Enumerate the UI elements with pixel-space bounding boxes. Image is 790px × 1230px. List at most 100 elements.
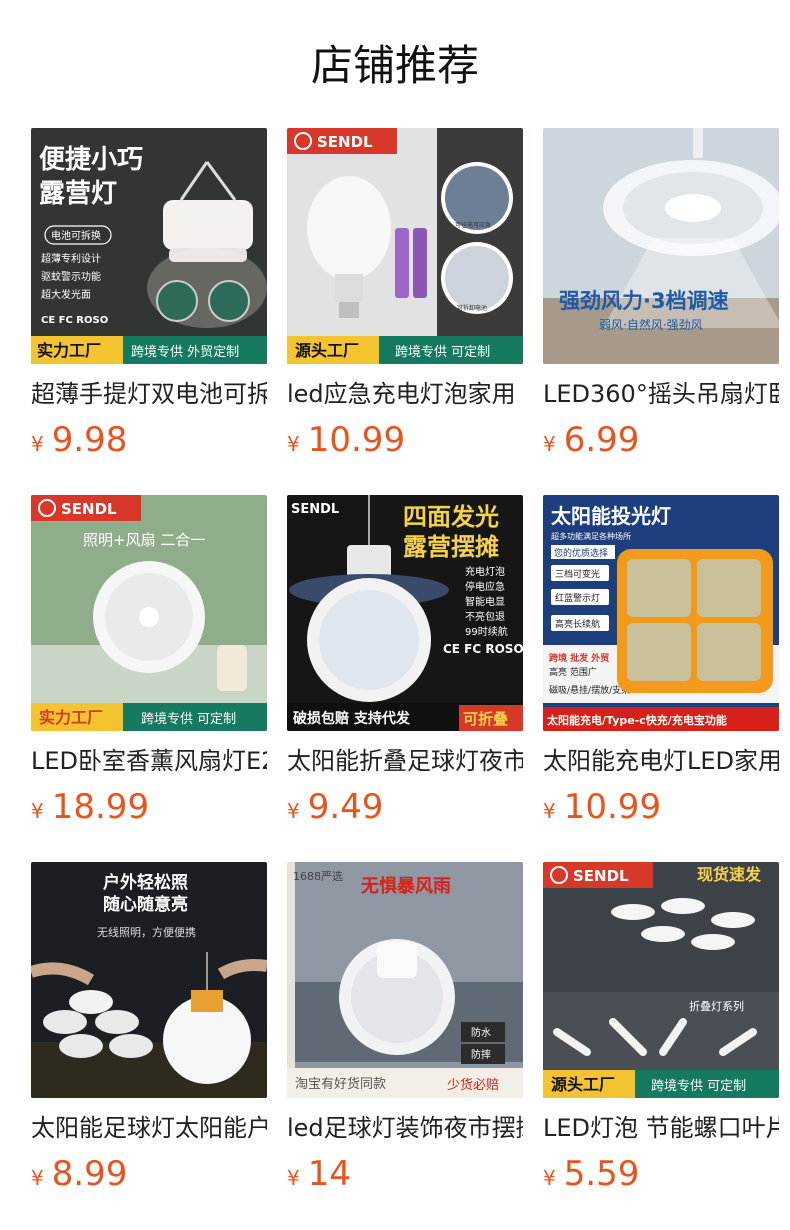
product-image[interactable]: 1688严选 无惧暴风雨 防水 防摔 淘宝有好货同款 少货必赔 (287, 862, 523, 1098)
product-price: ¥10.99 (543, 785, 779, 829)
product-price: ¥14 (287, 1152, 523, 1196)
image-text: 可拆卸电池 (457, 304, 487, 312)
brand-logo: SENDL (573, 867, 629, 885)
image-text: 高亮长续航 (555, 618, 600, 630)
image-text: 照明+风扇 二合一 (83, 531, 205, 549)
image-text: 超薄专利设计 (41, 252, 101, 265)
currency-symbol: ¥ (31, 1166, 44, 1190)
price-value: 18.99 (51, 787, 150, 827)
image-text: 无线照明，方便便携 (97, 925, 196, 939)
product-title[interactable]: 超薄手提灯双电池可拆 (31, 376, 267, 412)
image-banner: 可折叠 (463, 710, 508, 728)
image-text: 停电应急 (465, 580, 505, 593)
product-image[interactable]: 便捷小巧 露营灯 电池可拆换 超薄专利设计 驱蚊警示功能 超大发光面 CE FC… (31, 128, 267, 364)
image-text: 超多功能满足各种场所 (551, 531, 631, 541)
brand-logo: SENDL (291, 502, 339, 517)
image-text: 便捷小巧 (39, 145, 143, 175)
product-card[interactable]: 户外轻松照 随心随意亮 无线照明，方便便携 太阳能足球灯太阳能户 ¥8.99 (31, 862, 267, 1196)
product-image[interactable]: SENDL 现货速发 折叠灯系列 源头工厂 跨境专供 可定制 (543, 862, 779, 1098)
product-price: ¥8.99 (31, 1152, 267, 1196)
currency-symbol: ¥ (287, 432, 300, 456)
price-value: 6.99 (563, 420, 640, 460)
image-text: 三档可变光 (555, 568, 600, 580)
product-card[interactable]: 太阳能投光灯 超多功能满足各种场所 您的优质选择 三档可变光 红蓝警示灯 高亮长… (543, 495, 779, 829)
price-value: 5.59 (563, 1154, 640, 1194)
currency-symbol: ¥ (543, 432, 556, 456)
image-text: 高亮 范围广 (549, 666, 597, 678)
product-image[interactable]: SENDL 四面发光 露营摆摊 充电灯泡 停电应急 智能电显 不亮包退 99时续… (287, 495, 523, 731)
image-banner: 实力工厂 (39, 708, 103, 727)
product-price: ¥9.98 (31, 418, 267, 462)
product-title[interactable]: 太阳能足球灯太阳能户 (31, 1110, 267, 1146)
image-text: 少货必赔 (447, 1077, 499, 1093)
image-banner: 破损包赔 支持代发 (293, 710, 411, 727)
product-card[interactable]: SENDL 可挂电可应急 可拆卸电池 源头工厂 跨境专供 可定制 led应急充电… (287, 128, 523, 462)
price-value: 9.98 (51, 420, 128, 460)
image-text: 电池可拆换 (51, 229, 101, 242)
image-text: 跨境 批发 外贸 (549, 652, 609, 664)
image-text: 太阳能投光灯 (551, 504, 671, 528)
currency-symbol: ¥ (543, 1166, 556, 1190)
image-text: 充电灯泡 (465, 565, 505, 578)
product-card[interactable]: 便捷小巧 露营灯 电池可拆换 超薄专利设计 驱蚊警示功能 超大发光面 CE FC… (31, 128, 267, 462)
image-text: 现货速发 (697, 865, 762, 884)
image-text: 驱蚊警示功能 (41, 270, 101, 283)
image-text: 露营摆摊 (403, 533, 499, 561)
image-banner: 源头工厂 (295, 341, 359, 360)
product-price: ¥5.59 (543, 1152, 779, 1196)
image-text: 防水 (471, 1026, 491, 1039)
image-banner: 太阳能充电/Type-c快充/充电宝功能 (546, 713, 727, 727)
image-text: CE FC ROSO (443, 642, 523, 656)
image-text: 红蓝警示灯 (555, 592, 600, 604)
image-text: CE FC ROSO (41, 315, 108, 326)
image-text: 不亮包退 (465, 610, 505, 623)
brand-logo: SENDL (317, 133, 373, 151)
product-title[interactable]: led应急充电灯泡家用 (287, 376, 523, 412)
image-text: 可挂电可应急 (455, 221, 491, 229)
page-title: 店铺推荐 (310, 41, 479, 90)
image-banner: 跨境专供 可定制 (651, 1079, 746, 1094)
product-price: ¥10.99 (287, 418, 523, 462)
image-text: 户外轻松照 (103, 872, 188, 893)
image-text: 强劲风力·3档调速 (559, 289, 729, 313)
product-image[interactable]: SENDL 可挂电可应急 可拆卸电池 源头工厂 跨境专供 可定制 (287, 128, 523, 364)
brand-logo: SENDL (61, 500, 117, 518)
price-value: 10.99 (563, 787, 662, 827)
image-text: 四面发光 (403, 503, 499, 531)
image-banner: 跨境专供 可定制 (141, 712, 236, 727)
product-image[interactable]: 太阳能投光灯 超多功能满足各种场所 您的优质选择 三档可变光 红蓝警示灯 高亮长… (543, 495, 779, 731)
image-text: 无惧暴风雨 (361, 875, 451, 897)
currency-symbol: ¥ (31, 432, 44, 456)
product-price: ¥6.99 (543, 418, 779, 462)
product-card[interactable]: 1688严选 无惧暴风雨 防水 防摔 淘宝有好货同款 少货必赔 led足球灯装饰… (287, 862, 523, 1196)
image-banner: 源头工厂 (551, 1075, 615, 1094)
product-card[interactable]: SENDL 四面发光 露营摆摊 充电灯泡 停电应急 智能电显 不亮包退 99时续… (287, 495, 523, 829)
product-title[interactable]: LED卧室香薰风扇灯E27 (31, 743, 267, 779)
price-value: 9.49 (307, 787, 384, 827)
product-card[interactable]: SENDL 现货速发 折叠灯系列 源头工厂 跨境专供 可定制 LED灯泡 节能螺… (543, 862, 779, 1196)
product-image[interactable]: 户外轻松照 随心随意亮 无线照明，方便便携 (31, 862, 267, 1098)
product-title[interactable]: LED灯泡 节能螺口叶片 (543, 1110, 779, 1146)
currency-symbol: ¥ (287, 1166, 300, 1190)
product-image[interactable]: SENDL 照明+风扇 二合一 实力工厂 跨境专供 可定制 (31, 495, 267, 731)
product-title[interactable]: 太阳能充电灯LED家用 (543, 743, 779, 779)
image-text: 随心随意亮 (103, 894, 188, 915)
product-image[interactable]: 强劲风力·3档调速 弱风·自然风·强劲风 (543, 128, 779, 364)
product-price: ¥9.49 (287, 785, 523, 829)
image-text: 超大发光面 (41, 288, 91, 301)
product-title[interactable]: led足球灯装饰夜市摆摊 (287, 1110, 523, 1146)
image-text: 智能电显 (465, 595, 505, 608)
image-text: 您的优质选择 (554, 547, 608, 559)
image-text: 弱风·自然风·强劲风 (599, 317, 703, 332)
product-card[interactable]: 强劲风力·3档调速 弱风·自然风·强劲风 LED360°摇头吊扇灯卧 ¥6.99 (543, 128, 779, 462)
image-banner: 跨境专供 外贸定制 (131, 345, 239, 360)
image-text: 露营灯 (39, 179, 117, 209)
product-card[interactable]: SENDL 照明+风扇 二合一 实力工厂 跨境专供 可定制 LED卧室香薰风扇灯… (31, 495, 267, 829)
price-value: 8.99 (51, 1154, 128, 1194)
image-text: 防摔 (471, 1048, 491, 1061)
image-text: 99时续航 (465, 625, 508, 638)
product-title[interactable]: 太阳能折叠足球灯夜市 (287, 743, 523, 779)
price-value: 14 (307, 1154, 351, 1194)
image-text: 磁吸/悬挂/摆放/支架 (549, 684, 630, 696)
product-title[interactable]: LED360°摇头吊扇灯卧 (543, 376, 779, 412)
